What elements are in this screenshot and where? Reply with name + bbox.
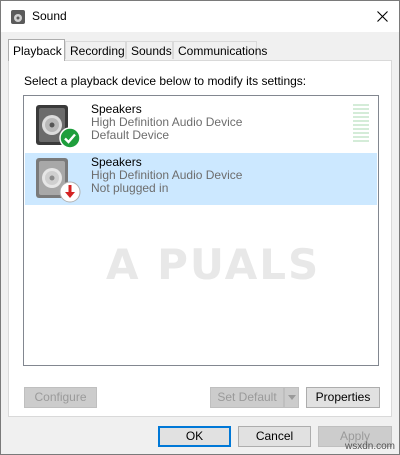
device-text: Speakers High Definition Audio Device De… (91, 103, 242, 142)
playback-panel: Select a playback device below to modify… (8, 60, 392, 417)
speaker-icon (11, 10, 25, 24)
site-watermark: wsxdn.com (344, 441, 395, 452)
ok-button[interactable]: OK (158, 426, 231, 447)
list-item[interactable]: Speakers High Definition Audio Device De… (25, 100, 377, 152)
instruction-text: Select a playback device below to modify… (24, 74, 307, 88)
window-title: Sound (32, 9, 67, 23)
sound-dialog: Sound Playback Recording Sounds Communic… (0, 0, 400, 455)
tab-recording[interactable]: Recording (65, 41, 126, 59)
tab-communications[interactable]: Communications (173, 41, 267, 59)
list-item[interactable]: Speakers High Definition Audio Device No… (25, 153, 377, 205)
configure-button[interactable]: Configure (24, 387, 97, 408)
title-bar[interactable]: Sound (1, 1, 399, 32)
arrow-down-icon (59, 181, 81, 203)
device-text: Speakers High Definition Audio Device No… (91, 156, 242, 195)
close-button[interactable] (365, 1, 399, 31)
tab-sounds[interactable]: Sounds (126, 41, 173, 59)
properties-button[interactable]: Properties (306, 387, 380, 408)
check-icon (59, 127, 81, 149)
device-list[interactable]: Speakers High Definition Audio Device De… (23, 95, 379, 366)
device-status: Default Device (91, 128, 170, 142)
close-icon (376, 10, 388, 22)
set-default-button[interactable]: Set Default (210, 387, 284, 408)
chevron-down-icon (287, 395, 296, 400)
tab-playback[interactable]: Playback (8, 39, 65, 61)
watermark-logo: A PUALS (106, 240, 321, 289)
device-status: Not plugged in (91, 181, 169, 195)
volume-level-meter (353, 104, 369, 144)
set-default-dropdown[interactable] (284, 387, 299, 408)
cancel-button[interactable]: Cancel (238, 426, 311, 447)
